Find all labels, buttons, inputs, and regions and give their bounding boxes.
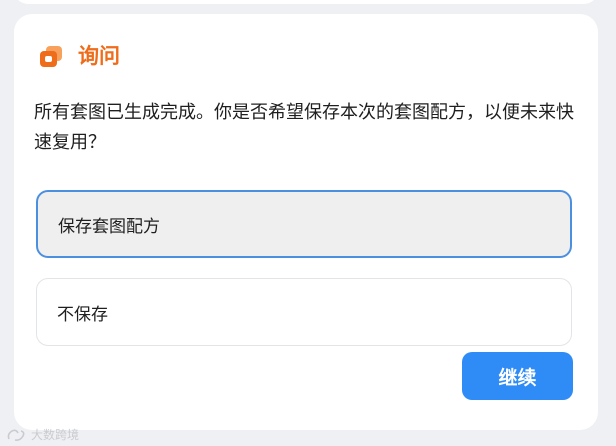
continue-button[interactable]: 继续 <box>462 352 573 400</box>
watermark: 大数跨境 <box>6 426 79 443</box>
watermark-text: 大数跨境 <box>31 428 80 442</box>
dialog-title: 询问 <box>78 44 120 68</box>
option-dont-save[interactable]: 不保存 <box>36 278 572 346</box>
stacked-cards-icon <box>38 43 64 69</box>
option-save-recipe[interactable]: 保存套图配方 <box>36 190 572 258</box>
previous-card-edge <box>14 0 598 4</box>
option-label: 保存套图配方 <box>58 216 160 237</box>
dialog-header: 询问 <box>38 42 120 70</box>
ask-dialog-card: 询问 所有套图已生成完成。你是否希望保存本次的套图配方，以便未来快速复用？ 保存… <box>14 14 598 430</box>
question-text: 所有套图已生成完成。你是否希望保存本次的套图配方，以便未来快速复用？ <box>34 102 574 153</box>
watermark-logo-icon <box>7 429 25 441</box>
option-label: 不保存 <box>57 304 108 325</box>
